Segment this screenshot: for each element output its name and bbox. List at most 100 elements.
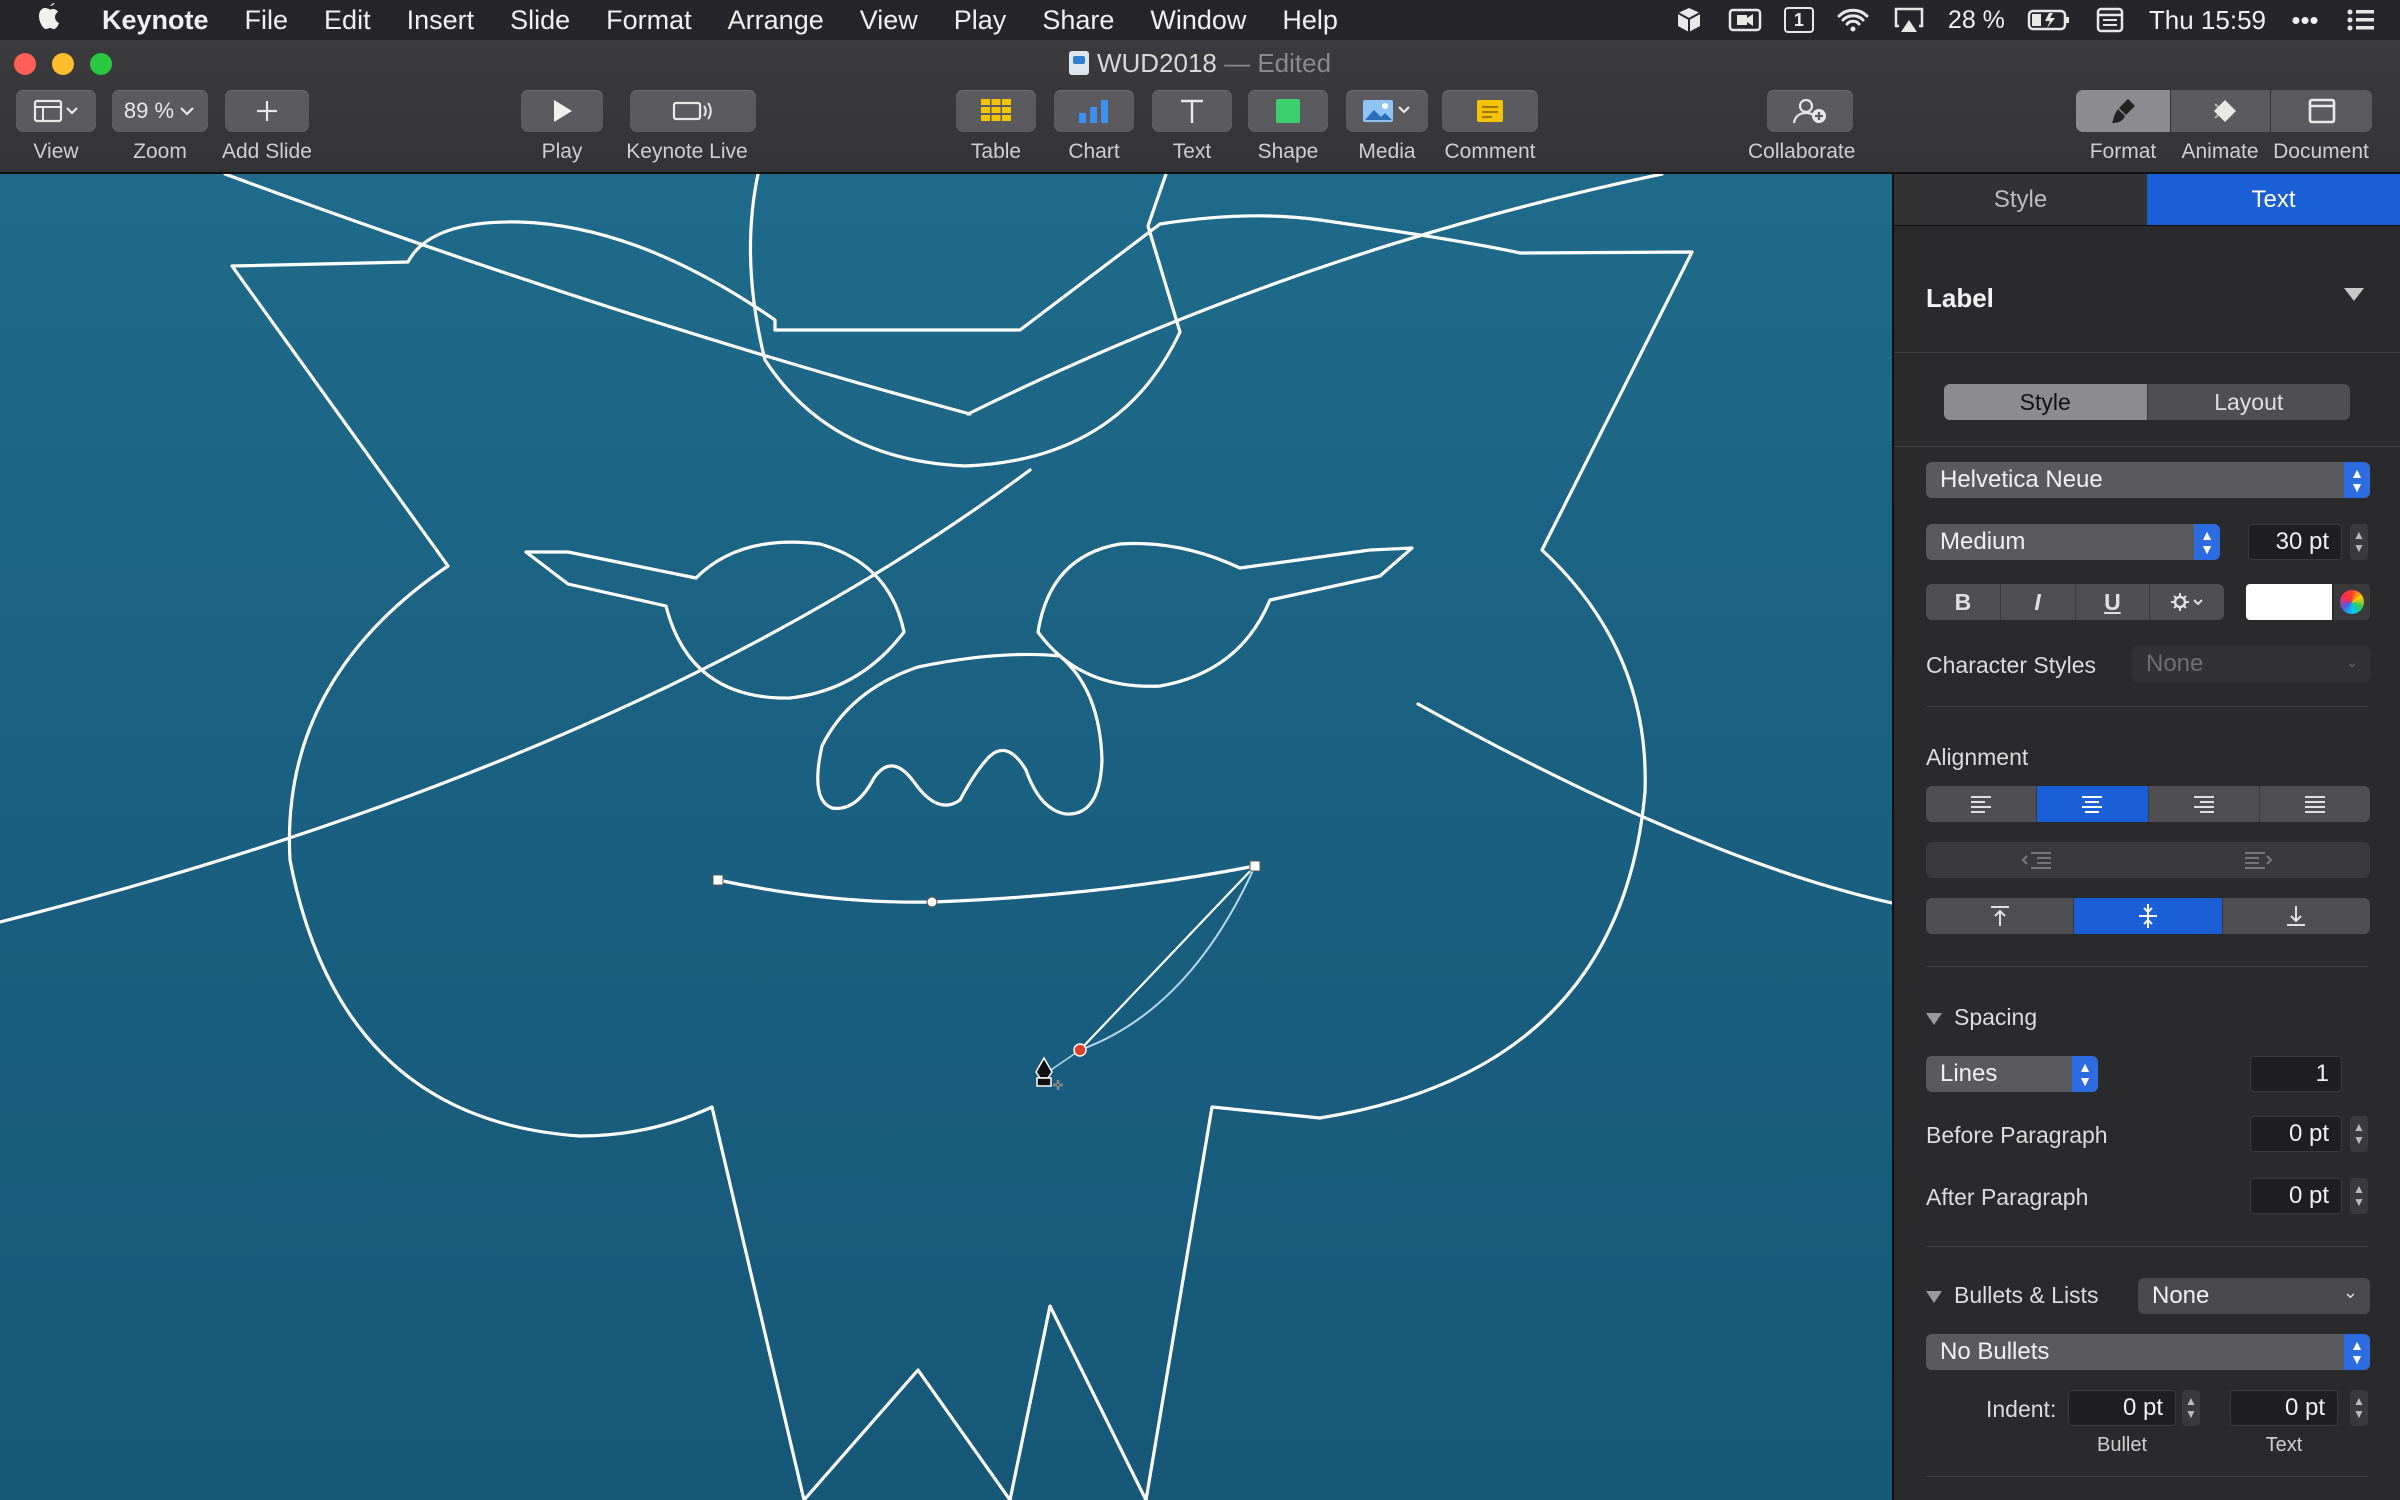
menu-window[interactable]: Window <box>1150 5 1246 36</box>
chart-control[interactable]: Chart <box>1054 90 1134 164</box>
bullets-section-header[interactable]: Bullets & Lists <box>1926 1282 2098 1309</box>
document-label: Document <box>2273 140 2369 163</box>
align-justify-icon[interactable] <box>2260 786 2370 822</box>
comment-control[interactable]: Comment <box>1442 90 1538 164</box>
media-button[interactable] <box>1346 90 1428 132</box>
table-control[interactable]: Table <box>956 90 1036 164</box>
align-center-icon[interactable] <box>2037 786 2149 822</box>
font-size-field[interactable]: 30 pt <box>2248 524 2342 560</box>
decrease-indent-icon[interactable] <box>1926 842 2149 878</box>
spacing-mode-popup[interactable]: Lines ▲ ▼ <box>1926 1056 2098 1092</box>
screen-record-icon[interactable] <box>1728 6 1762 34</box>
italic-button[interactable]: I <box>2001 584 2076 620</box>
bullets-popup[interactable]: None ⌄ <box>2138 1278 2370 1314</box>
menu-play[interactable]: Play <box>954 5 1007 36</box>
zoom-control[interactable]: 89 % Zoom <box>112 90 208 164</box>
collaborate-button[interactable] <box>1766 90 1853 132</box>
battery-icon[interactable] <box>2027 6 2071 34</box>
add-slide-label: Add Slide <box>222 140 312 163</box>
play-control[interactable]: Play <box>521 90 603 164</box>
increase-indent-icon[interactable] <box>2149 842 2371 878</box>
character-styles-popup[interactable]: None ⌄ <box>2132 646 2370 682</box>
table-icon <box>981 99 1011 121</box>
play-button[interactable] <box>521 90 603 132</box>
align-bottom-icon[interactable] <box>2223 898 2370 934</box>
menu-app-name[interactable]: Keynote <box>102 5 209 36</box>
indent-bullet-field[interactable]: 0 pt <box>2068 1390 2176 1426</box>
indent-bullet-stepper[interactable]: ▲ ▼ <box>2182 1390 2200 1426</box>
text-color-well[interactable] <box>2246 584 2332 620</box>
before-paragraph-stepper[interactable]: ▲ ▼ <box>2350 1116 2368 1152</box>
menu-slide[interactable]: Slide <box>510 5 570 36</box>
chart-button[interactable] <box>1054 90 1134 132</box>
table-label: Table <box>970 140 1022 163</box>
keynote-live-control[interactable]: Keynote Live <box>618 90 756 164</box>
menu-insert[interactable]: Insert <box>407 5 475 36</box>
align-right-icon[interactable] <box>2149 786 2260 822</box>
menubar-clock[interactable]: Thu 15:59 <box>2149 5 2266 36</box>
format-button[interactable] <box>2076 90 2170 132</box>
disclosure-triangle-icon[interactable] <box>2344 288 2364 301</box>
add-slide-button[interactable] <box>224 90 309 132</box>
chart-icon <box>1079 100 1108 123</box>
tab-text[interactable]: Text <box>2147 174 2400 225</box>
collaborate-control[interactable]: Collaborate <box>1748 90 1855 164</box>
menu-arrange[interactable]: Arrange <box>728 5 824 36</box>
menu-edit[interactable]: Edit <box>324 5 371 36</box>
menu-file[interactable]: File <box>245 5 289 36</box>
align-middle-icon[interactable] <box>2074 898 2223 934</box>
font-family-popup[interactable]: Helvetica Neue ▲ ▼ <box>1926 462 2370 498</box>
indent-text-field[interactable]: 0 pt <box>2230 1390 2338 1426</box>
subtab-style[interactable]: Style <box>1944 384 2148 420</box>
tab-style[interactable]: Style <box>1894 174 2147 225</box>
menu-format[interactable]: Format <box>606 5 692 36</box>
after-paragraph-stepper[interactable]: ▲ ▼ <box>2350 1178 2368 1214</box>
more-dots-icon[interactable]: ••• <box>2288 5 2322 35</box>
spacing-value-field[interactable]: 1 <box>2250 1056 2342 1092</box>
text-control[interactable]: Text <box>1152 90 1232 164</box>
display-badge-icon[interactable]: 1 <box>1783 7 1814 33</box>
airplay-icon[interactable] <box>1892 6 1926 34</box>
indent-text-stepper[interactable]: ▲ ▼ <box>2350 1390 2368 1426</box>
package-icon[interactable] <box>1672 6 1706 34</box>
view-control[interactable]: View <box>16 90 96 164</box>
wifi-icon[interactable] <box>1836 6 1870 34</box>
add-slide-control[interactable]: Add Slide <box>222 90 312 164</box>
menu-share[interactable]: Share <box>1042 5 1114 36</box>
disclosure-triangle-icon[interactable] <box>1926 1012 1942 1025</box>
view-button[interactable] <box>16 90 96 132</box>
apple-logo-icon[interactable] <box>20 1 80 39</box>
shape-button[interactable] <box>1248 90 1328 132</box>
after-paragraph-field[interactable]: 0 pt <box>2250 1178 2342 1214</box>
subtab-layout[interactable]: Layout <box>2148 384 2351 420</box>
font-weight-popup[interactable]: Medium ▲ ▼ <box>1926 524 2220 560</box>
color-wheel-icon[interactable] <box>2334 584 2370 620</box>
disclosure-triangle-icon[interactable] <box>1926 1290 1942 1303</box>
menu-view[interactable]: View <box>860 5 918 36</box>
underline-button[interactable]: U <box>2076 584 2151 620</box>
spacing-section-header[interactable]: Spacing <box>1926 1004 2037 1031</box>
bullet-type-popup[interactable]: No Bullets ▲ ▼ <box>1926 1334 2370 1370</box>
align-left-icon[interactable] <box>1926 786 2038 822</box>
menu-help[interactable]: Help <box>1282 5 1338 36</box>
text-button[interactable] <box>1152 90 1232 132</box>
document-button[interactable] <box>2270 90 2372 132</box>
calendar-menu-icon[interactable] <box>2093 6 2127 34</box>
text-options-gear-icon[interactable] <box>2150 584 2224 620</box>
animate-button[interactable] <box>2170 90 2270 132</box>
paragraph-style-row[interactable]: Label <box>1926 278 2368 318</box>
table-button[interactable] <box>956 90 1036 132</box>
before-paragraph-field[interactable]: 0 pt <box>2250 1116 2342 1152</box>
align-top-icon[interactable] <box>1926 898 2075 934</box>
bold-button[interactable]: B <box>1926 584 2001 620</box>
comment-button[interactable] <box>1442 90 1538 132</box>
font-size-stepper[interactable]: ▲ ▼ <box>2350 524 2368 560</box>
zoom-button[interactable]: 89 % <box>112 90 208 132</box>
shape-control[interactable]: Shape <box>1248 90 1328 164</box>
inspector-mode-switcher: Format Animate Document <box>2076 90 2372 164</box>
notification-center-icon[interactable] <box>2344 6 2378 34</box>
media-control[interactable]: Media <box>1346 90 1428 164</box>
keynote-live-button[interactable] <box>630 90 756 132</box>
slide-canvas[interactable] <box>0 174 1892 1500</box>
play-label: Play <box>541 140 583 163</box>
